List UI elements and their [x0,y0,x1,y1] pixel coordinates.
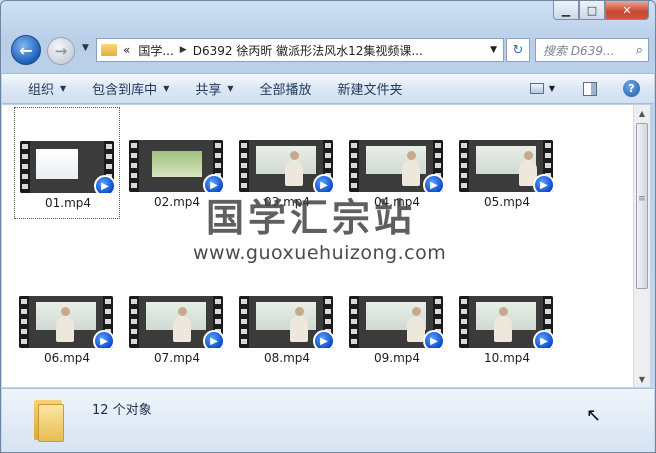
watermark-url: www.guoxuehuizong.com [193,242,447,264]
view-dropdown-icon[interactable]: ▼ [549,84,555,93]
file-name: 01.mp4 [44,196,92,210]
breadcrumb-overflow[interactable]: « [123,43,130,57]
play-all-button[interactable]: 全部播放 [260,79,312,98]
address-bar[interactable]: « 国学... ▶ D6392 徐丙昕 徽派形法风水12集视频课... ▼ [96,38,504,62]
watermark-title: 国学汇宗站 [206,195,417,240]
media-player-icon: ▶ [203,330,223,348]
address-dropdown-icon[interactable]: ▼ [490,45,497,55]
scroll-down-icon[interactable]: ▼ [634,371,650,387]
media-player-icon: ▶ [313,330,333,348]
folder-icon [101,44,117,56]
chevron-down-icon: ▼ [227,84,234,93]
minimize-button[interactable]: ▁ [553,1,579,20]
video-thumbnail: ▶ [239,296,333,348]
file-item[interactable]: ▶ 08.mp4 [234,263,340,375]
forward-button[interactable]: → [47,37,75,65]
video-thumbnail: ▶ [349,140,443,192]
file-name: 08.mp4 [263,351,311,365]
file-item[interactable]: ▶ 01.mp4 [14,107,120,219]
scroll-thumb[interactable] [636,123,648,289]
search-placeholder: 搜索 D639... [543,43,615,58]
file-item[interactable]: ▶ 10.mp4 [454,263,560,375]
mouse-cursor-icon: ↖ [586,405,602,426]
search-input[interactable]: 搜索 D639... ⌕ [535,38,649,62]
media-player-icon: ▶ [533,174,553,192]
file-name: 07.mp4 [153,351,201,365]
file-name: 10.mp4 [483,351,531,365]
folder-icon [30,398,66,442]
search-icon[interactable]: ⌕ [636,43,643,58]
file-item[interactable]: ▶ 09.mp4 [344,263,450,375]
file-item[interactable]: ▶ 07.mp4 [124,263,230,375]
vertical-scrollbar[interactable]: ▲ ▼ [633,105,650,387]
status-bar: 12 个对象 ↖ [2,388,654,452]
command-bar: 组织 ▼ 包含到库中 ▼ 共享 ▼ 全部播放 新建文件夹 ▼ ? [2,73,654,104]
video-thumbnail: ▶ [239,140,333,192]
maximize-button[interactable]: □ [579,1,605,20]
video-thumbnail: ▶ [459,296,553,348]
media-player-icon: ▶ [93,330,113,348]
video-thumbnail: ▶ [19,296,113,348]
view-icon[interactable] [529,83,544,94]
caption-buttons: ▁ □ ✕ [553,1,649,20]
file-item[interactable]: ▶ 05.mp4 [454,107,560,219]
file-name: 05.mp4 [483,195,531,209]
media-player-icon: ▶ [423,330,443,348]
file-item[interactable]: ▶ 06.mp4 [14,263,120,375]
breadcrumb-separator-icon[interactable]: ▶ [180,45,187,55]
new-folder-button[interactable]: 新建文件夹 [338,79,403,98]
share-label: 共享 [195,83,222,98]
scroll-up-icon[interactable]: ▲ [634,105,650,121]
media-player-icon: ▶ [94,175,114,193]
video-thumbnail: ▶ [20,141,114,193]
refresh-button[interactable]: ↻ [506,38,530,62]
video-thumbnail: ▶ [129,140,223,192]
back-arrow-icon: ← [19,40,33,60]
file-name: 09.mp4 [373,351,421,365]
file-name: 06.mp4 [43,351,91,365]
preview-pane-icon[interactable] [583,81,597,96]
explorer-window: ▁ □ ✕ ← → ▼ « 国学... ▶ D6392 徐丙昕 徽派形法风水12… [0,0,656,453]
forward-arrow-icon: → [54,42,68,60]
organize-menu[interactable]: 组织 ▼ [28,79,66,98]
chevron-down-icon: ▼ [163,84,170,93]
include-in-library-menu[interactable]: 包含到库中 ▼ [92,79,169,98]
recent-pages-dropdown[interactable]: ▼ [82,43,89,53]
media-player-icon: ▶ [423,174,443,192]
breadcrumb-item-current[interactable]: D6392 徐丙昕 徽派形法风水12集视频课... [193,42,423,59]
video-thumbnail: ▶ [349,296,443,348]
item-count: 12 个对象 [92,403,152,418]
breadcrumb-item[interactable]: 国学... [138,42,173,59]
back-button[interactable]: ← [11,35,41,65]
close-button[interactable]: ✕ [605,1,649,20]
navigation-bar: ← → ▼ « 国学... ▶ D6392 徐丙昕 徽派形法风水12集视频课..… [1,29,655,71]
refresh-icon: ↻ [512,42,524,58]
include-in-library-label: 包含到库中 [92,83,158,98]
toolbar-right: ▼ ? [529,80,654,97]
organize-label: 组织 [28,83,55,98]
video-thumbnail: ▶ [129,296,223,348]
media-player-icon: ▶ [533,330,553,348]
share-menu[interactable]: 共享 ▼ [195,79,233,98]
chevron-down-icon: ▼ [60,84,67,93]
video-thumbnail: ▶ [459,140,553,192]
help-icon[interactable]: ? [623,80,640,97]
